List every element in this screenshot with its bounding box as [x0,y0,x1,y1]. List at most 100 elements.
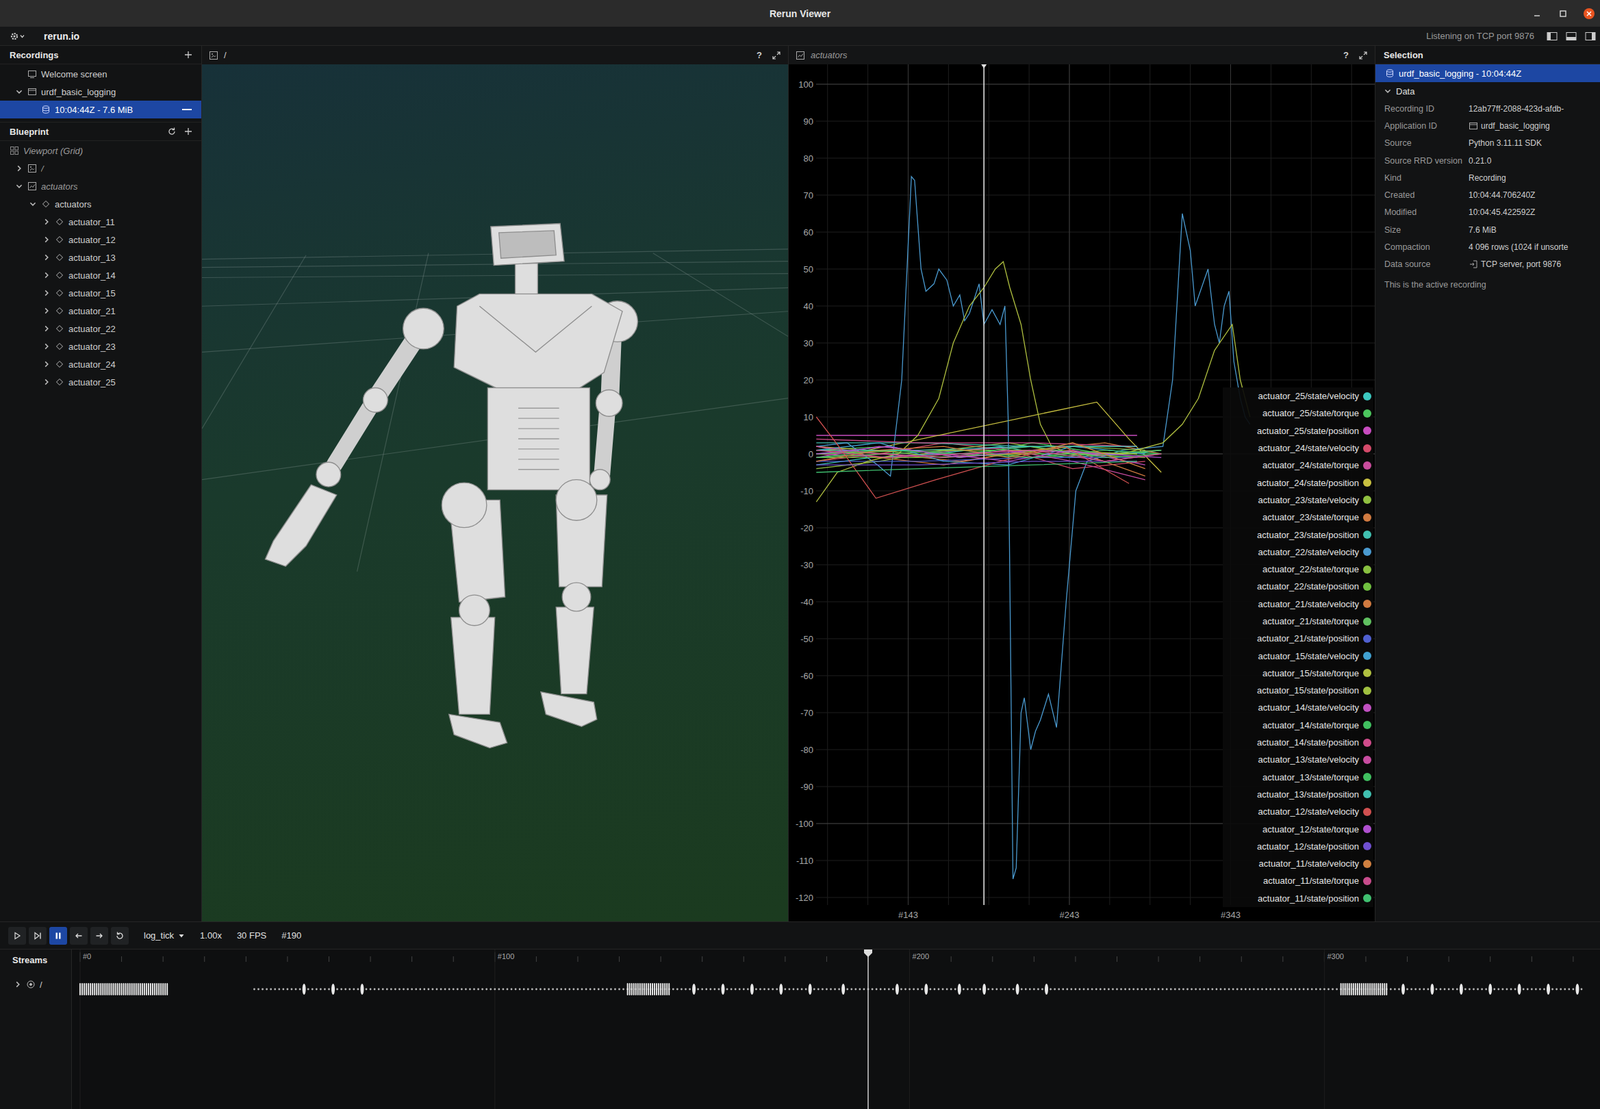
series-line[interactable] [816,450,1162,462]
legend-item[interactable]: actuator_22/state/torque [1222,560,1374,578]
legend-item[interactable]: actuator_22/state/position [1222,577,1374,595]
tree-item[interactable]: urdf_basic_logging [0,82,202,101]
playback-fps[interactable]: 30 FPS [236,930,267,941]
legend-item[interactable]: actuator_11/state/position [1222,890,1374,908]
add-icon[interactable] [183,49,194,60]
series-line[interactable] [816,438,1138,447]
legend-item[interactable]: actuator_12/state/torque [1222,820,1374,838]
legend-item[interactable]: actuator_21/state/torque [1222,612,1374,630]
chevron-right-icon[interactable] [42,377,51,387]
legend-item[interactable]: actuator_25/state/position [1222,422,1374,440]
minimize-icon[interactable] [1531,8,1543,20]
play-button[interactable] [8,927,27,945]
tree-item[interactable]: actuator_25 [0,373,202,391]
legend-item[interactable]: actuator_11/state/velocity [1222,855,1374,873]
follow-button[interactable] [28,927,47,945]
chevron-down-icon[interactable] [15,182,24,191]
chevron-right-icon[interactable] [42,306,51,315]
bottom-panel-toggle-icon[interactable] [1565,31,1577,42]
timeline-dropdown[interactable]: log_tick [143,930,185,941]
tree-item[interactable]: actuator_13 [0,248,202,267]
chevron-right-icon[interactable] [42,235,51,244]
legend-item[interactable]: actuator_21/state/position [1222,629,1374,647]
loop-button[interactable] [110,927,129,945]
tree-item[interactable]: actuator_22 [0,319,202,338]
chevron-right-icon[interactable] [42,324,51,333]
gear-icon[interactable] [9,31,27,42]
legend-item[interactable]: actuator_14/state/velocity [1222,699,1374,717]
series-line[interactable] [816,434,1138,436]
chevron-down-icon[interactable] [28,199,37,209]
tree-item[interactable]: actuator_21 [0,301,202,320]
event-density[interactable] [79,983,1583,996]
legend-item[interactable]: actuator_22/state/velocity [1222,543,1374,561]
pause-button[interactable] [49,927,68,945]
chevron-right-icon[interactable] [42,342,51,351]
timeline-cursor[interactable] [867,955,869,1109]
timeline-area[interactable]: #0#100#200#300 [71,949,1600,1109]
chevron-down-icon[interactable] [15,87,24,96]
legend-item[interactable]: actuator_14/state/position [1222,733,1374,752]
maximize-view-icon[interactable] [1358,50,1368,61]
help-button[interactable]: ? [756,49,763,61]
series-line[interactable] [816,176,1251,880]
legend-item[interactable]: actuator_23/state/position [1222,525,1374,543]
reset-icon[interactable] [167,126,177,137]
brand-link[interactable]: rerun.io [43,30,80,42]
time-cursor[interactable] [983,65,985,906]
timeline-cursor-handle-icon[interactable] [864,949,873,958]
3d-viewport[interactable] [201,64,789,922]
timeseries-view[interactable]: actuators ? 1009080706050403020100-10-20… [788,45,1376,922]
step-forward-button[interactable] [90,927,109,945]
close-recording-button[interactable] [182,108,192,111]
legend-item[interactable]: actuator_23/state/velocity [1222,491,1374,509]
legend-item[interactable]: actuator_15/state/torque [1222,664,1374,682]
time-cursor-handle-icon[interactable] [981,64,987,69]
help-button[interactable]: ? [1343,49,1349,61]
chevron-right-icon[interactable] [42,217,51,226]
chevron-down-icon[interactable] [1383,86,1392,96]
legend-item[interactable]: actuator_13/state/torque [1222,768,1374,786]
series-line[interactable] [816,401,1162,473]
legend-item[interactable]: actuator_14/state/torque [1222,716,1374,734]
legend-item[interactable]: actuator_25/state/torque [1222,404,1374,422]
chevron-right-icon[interactable] [42,253,51,262]
close-icon[interactable] [1583,8,1595,20]
robot-model[interactable] [264,223,638,749]
plot-area[interactable]: 1009080706050403020100-10-20-30-40-50-60… [788,64,1375,922]
legend-item[interactable]: actuator_13/state/position [1222,785,1374,804]
step-back-button[interactable] [69,927,88,945]
legend-item[interactable]: actuator_15/state/position [1222,681,1374,700]
tree-item[interactable]: actuator_24 [0,355,202,374]
maximize-view-icon[interactable] [771,50,782,61]
tree-item[interactable]: Welcome screen [0,65,202,83]
series-line[interactable] [816,461,1138,473]
tree-item[interactable]: actuator_23 [0,337,202,356]
legend-item[interactable]: actuator_24/state/velocity [1222,439,1374,457]
data-section-header[interactable]: Data [1375,82,1600,100]
current-time[interactable]: #190 [281,930,302,941]
chevron-right-icon[interactable] [42,360,51,369]
robot-scene[interactable] [201,64,789,922]
chevron-right-icon[interactable] [42,271,51,280]
add-icon[interactable] [183,126,194,137]
tree-item[interactable]: actuator_14 [0,266,202,285]
left-panel-toggle-icon[interactable] [1546,31,1558,42]
chevron-right-icon[interactable] [15,164,24,173]
legend-item[interactable]: actuator_12/state/velocity [1222,803,1374,821]
legend-item[interactable]: actuator_13/state/velocity [1222,751,1374,769]
playback-speed[interactable]: 1.00x [199,930,222,941]
stream-row[interactable]: / [0,975,72,994]
tree-item[interactable]: actuators [0,177,202,196]
right-panel-toggle-icon[interactable] [1584,31,1596,42]
legend-item[interactable]: actuator_24/state/position [1222,473,1374,491]
legend-item[interactable]: actuator_21/state/velocity [1222,595,1374,613]
chevron-right-icon[interactable] [13,980,22,989]
series-line[interactable] [816,261,1251,502]
legend-item[interactable]: actuator_15/state/velocity [1222,646,1374,665]
selected-item[interactable]: urdf_basic_logging - 10:04:44Z [1375,64,1600,83]
legend-item[interactable]: actuator_23/state/torque [1222,508,1374,526]
tree-item[interactable]: 10:04:44Z - 7.6 MiB [0,100,202,119]
tree-item[interactable]: actuator_12 [0,230,202,249]
timeline-chart[interactable]: #0#100#200#300 [71,949,1600,1109]
